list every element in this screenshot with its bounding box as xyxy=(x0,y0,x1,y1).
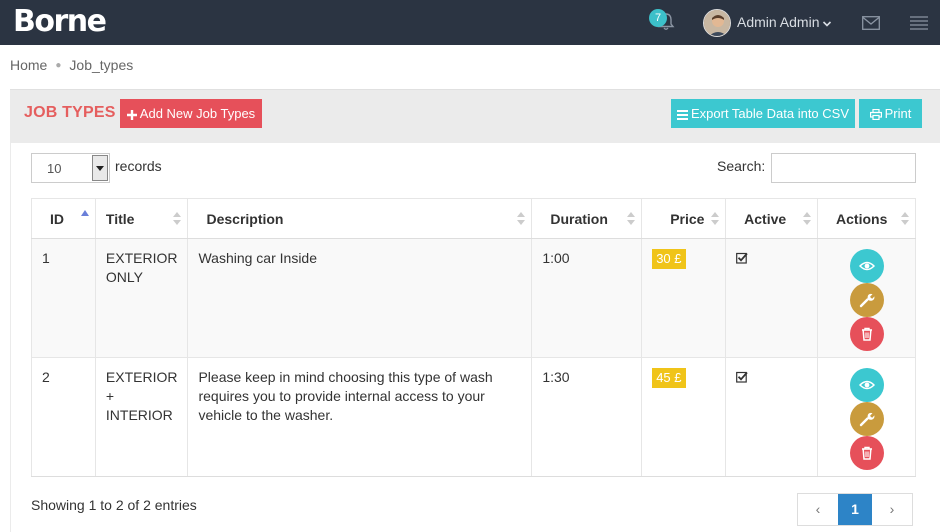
cell-price: 30 £ xyxy=(641,238,727,358)
wrench-icon xyxy=(859,412,874,427)
user-name[interactable]: Admin Admin xyxy=(737,14,819,30)
delete-button[interactable] xyxy=(849,436,884,470)
price-badge: 30 £ xyxy=(652,249,686,269)
cell-actions xyxy=(817,238,916,358)
table-row: 2 EXTERIOR + INTERIOR Please keep in mind … xyxy=(31,357,916,477)
eye-icon xyxy=(858,380,875,390)
table-header-row: ID Title Description Duration Price Acti… xyxy=(31,198,916,239)
pagination: ‹ 1 › xyxy=(797,493,913,526)
cell-price: 45 £ xyxy=(641,357,727,477)
sort-icon xyxy=(517,212,526,226)
cell-duration: 1:30 xyxy=(531,357,643,477)
cell-id: 2 xyxy=(31,357,96,477)
cell-description: Please keep in mind choosing this type o… xyxy=(187,357,533,477)
pagination-prev-button[interactable]: ‹ xyxy=(798,494,838,525)
sort-icon xyxy=(803,212,812,226)
breadcrumb-current: Job_types xyxy=(69,57,134,73)
column-header-actions[interactable]: Actions xyxy=(817,198,916,239)
cell-title: EXTERIOR ONLY xyxy=(94,238,189,358)
table-row: 1 EXTERIOR ONLY Washing car Inside 1:00 3… xyxy=(31,238,916,358)
column-header-title[interactable]: Title xyxy=(94,198,189,239)
cell-active xyxy=(725,238,819,358)
view-button[interactable] xyxy=(849,249,884,283)
mail-icon[interactable] xyxy=(862,16,880,30)
dropdown-arrow-icon[interactable] xyxy=(92,155,108,181)
sort-icon xyxy=(901,212,909,226)
search-input[interactable] xyxy=(771,153,916,183)
trash-icon xyxy=(861,327,872,341)
price-badge: 45 £ xyxy=(652,368,686,388)
pagination-next-button[interactable]: › xyxy=(872,494,912,525)
column-header-label: ID xyxy=(50,210,64,227)
records-label: records xyxy=(115,158,162,174)
column-header-active[interactable]: Active xyxy=(725,198,819,239)
cell-actions xyxy=(817,357,916,477)
notification-count-badge[interactable]: 7 xyxy=(649,9,667,27)
column-header-duration[interactable]: Duration xyxy=(531,198,643,239)
column-header-label: Price xyxy=(670,210,705,227)
pagination-page-1[interactable]: 1 xyxy=(838,494,872,525)
add-button-label: Add New Job Types xyxy=(139,106,256,121)
title-line: + xyxy=(105,388,115,404)
job-types-table: ID Title Description Duration Price Acti… xyxy=(31,198,916,477)
cell-id: 1 xyxy=(31,238,96,358)
sort-icon xyxy=(173,212,182,226)
breadcrumb: Home ● Job_types xyxy=(10,57,133,73)
table-bottom-divider xyxy=(31,476,916,477)
sort-ascending-icon xyxy=(80,210,89,216)
title-line: EXTERIOR xyxy=(105,369,178,385)
list-icon xyxy=(676,101,688,130)
export-csv-button[interactable]: Export Table Data into CSV xyxy=(671,99,855,128)
breadcrumb-home[interactable]: Home xyxy=(10,57,47,73)
title-line: ONLY xyxy=(105,269,143,285)
view-button[interactable] xyxy=(849,368,884,402)
print-button-label: Print xyxy=(884,106,912,121)
printer-icon xyxy=(869,101,882,130)
trash-icon xyxy=(861,446,872,460)
add-job-type-button[interactable]: Add New Job Types xyxy=(120,99,262,128)
title-line: INTERIOR xyxy=(105,407,173,423)
records-per-page-select[interactable]: 10 xyxy=(31,153,110,183)
page-title: JOB TYPES xyxy=(24,104,116,121)
column-header-label: Duration xyxy=(550,210,608,227)
cell-description: Washing car Inside xyxy=(187,238,533,358)
plus-icon xyxy=(126,101,137,130)
column-header-label: Actions xyxy=(836,210,888,227)
avatar[interactable] xyxy=(703,9,731,37)
export-button-label: Export Table Data into CSV xyxy=(690,106,849,121)
wrench-icon xyxy=(859,293,874,308)
title-line: EXTERIOR xyxy=(105,250,178,266)
records-per-page-value: 10 xyxy=(47,161,62,176)
brand-logo[interactable]: Borne xyxy=(13,3,107,41)
print-button[interactable]: Print xyxy=(859,99,922,128)
edit-button[interactable] xyxy=(849,402,884,436)
column-header-id[interactable]: ID xyxy=(31,198,96,239)
search-label: Search: xyxy=(717,158,766,174)
sort-icon xyxy=(711,212,720,226)
chevron-down-icon[interactable] xyxy=(822,16,832,27)
column-header-price[interactable]: Price xyxy=(641,198,727,239)
cell-active xyxy=(725,357,819,477)
breadcrumb-separator: ● xyxy=(55,60,62,71)
cell-title: EXTERIOR + INTERIOR xyxy=(94,357,189,477)
hamburger-menu-icon[interactable] xyxy=(910,15,928,31)
column-header-label: Active xyxy=(744,210,787,227)
column-header-label: Description xyxy=(206,210,284,227)
eye-icon xyxy=(858,261,875,271)
delete-button[interactable] xyxy=(849,317,884,351)
checked-checkbox-icon xyxy=(736,371,748,383)
sort-icon xyxy=(627,212,636,226)
column-header-description[interactable]: Description xyxy=(187,198,533,239)
cell-duration: 1:00 xyxy=(531,238,643,358)
entries-info: Showing 1 to 2 of 2 entries xyxy=(31,497,197,513)
edit-button[interactable] xyxy=(849,283,884,317)
column-header-label: Title xyxy=(105,210,135,227)
checked-checkbox-icon xyxy=(736,252,748,264)
